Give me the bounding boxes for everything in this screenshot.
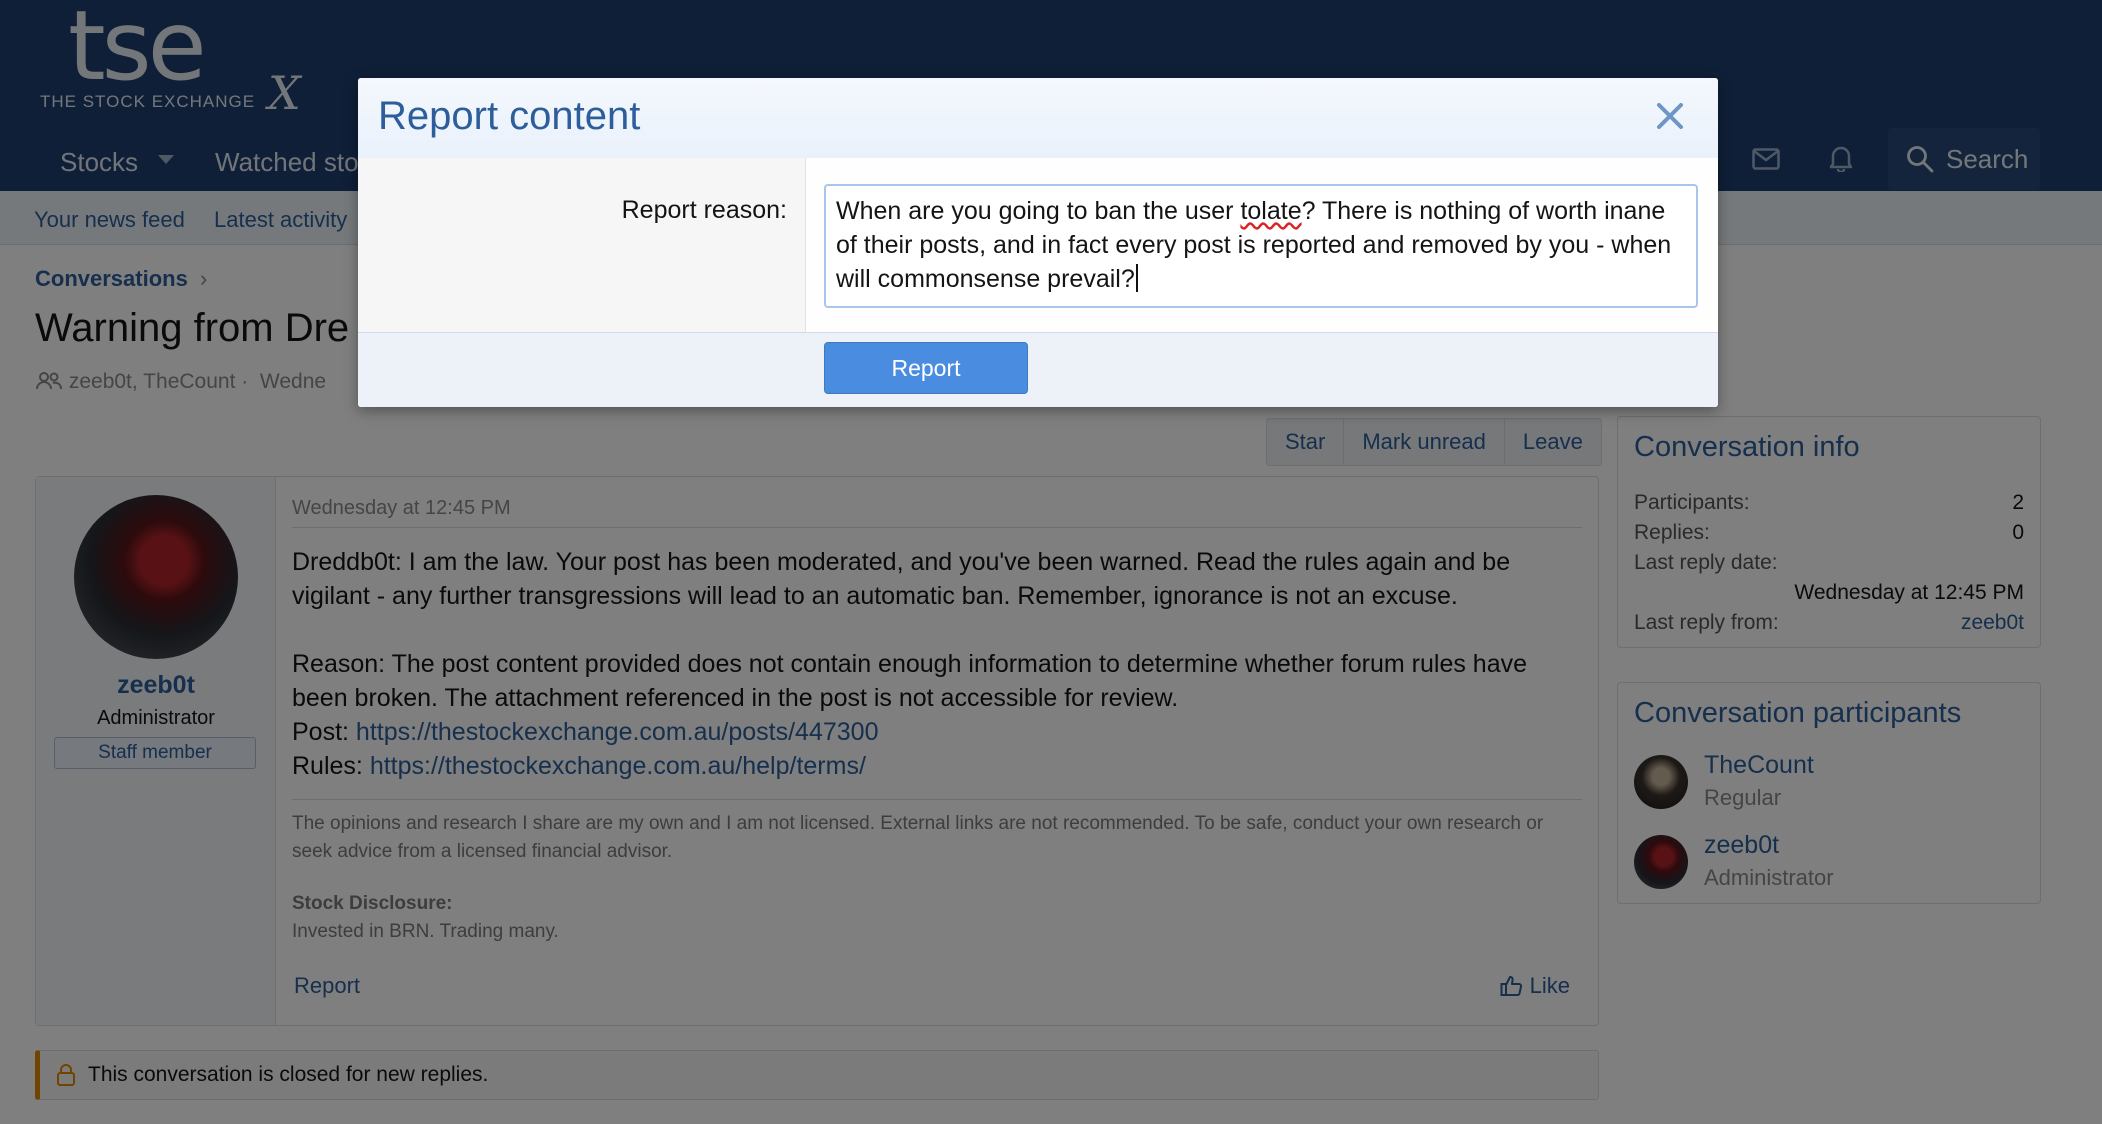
close-icon[interactable] (1648, 94, 1692, 138)
report-dialog: Report content Report reason: When are y… (358, 78, 1718, 407)
report-submit-button[interactable]: Report (824, 342, 1028, 394)
form-label-column: Report reason: (358, 158, 806, 332)
reason-text-start: When are you going to ban the user (836, 197, 1241, 225)
text-caret (1135, 264, 1138, 292)
dialog-title: Report content (378, 94, 641, 138)
dialog-footer: Report (358, 332, 1718, 407)
report-reason-label: Report reason: (621, 196, 787, 224)
misspelled-word: tolate (1240, 197, 1302, 225)
report-reason-textarea[interactable]: When are you going to ban the user tolat… (824, 184, 1698, 308)
dialog-header: Report content (358, 78, 1718, 158)
